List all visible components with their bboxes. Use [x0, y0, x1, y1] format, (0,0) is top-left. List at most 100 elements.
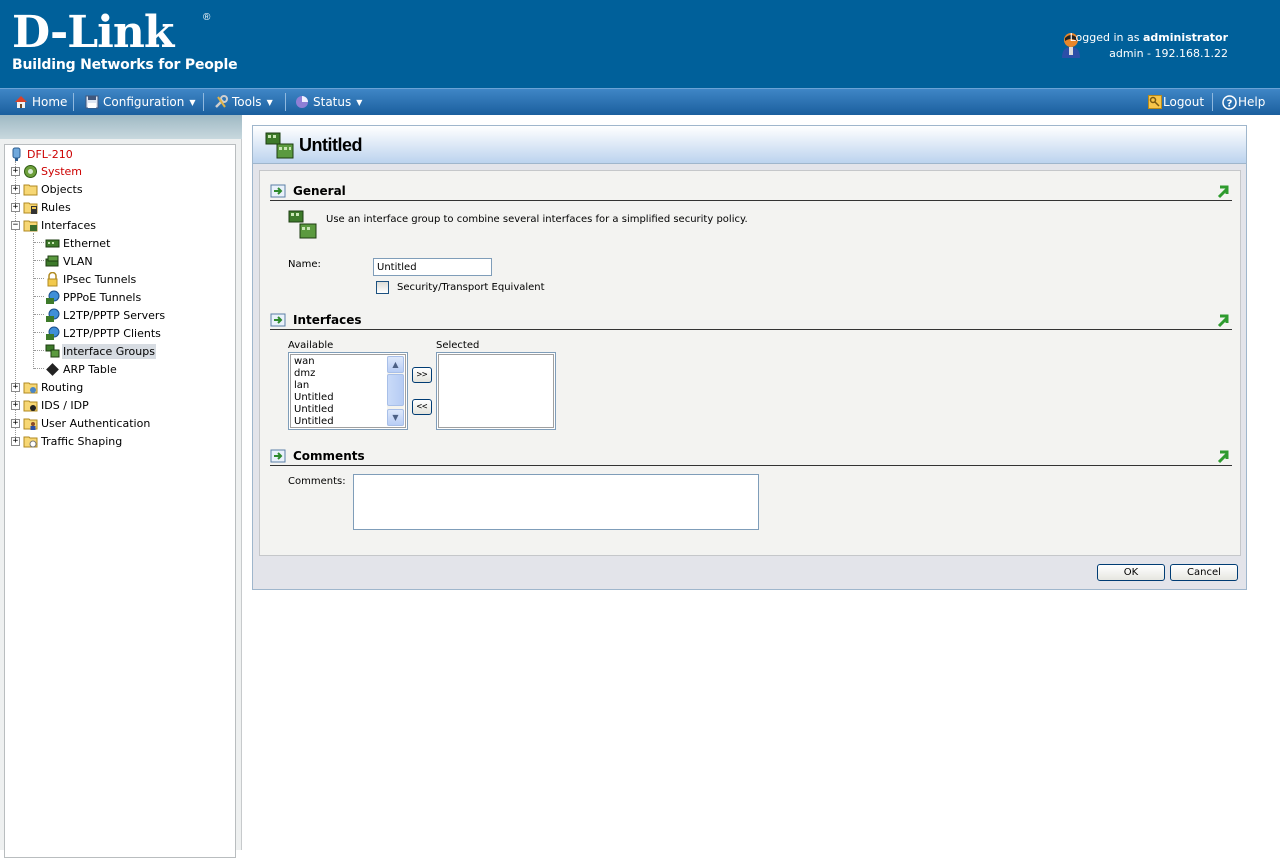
tree-item-interfaces[interactable]: − Interfaces — [11, 216, 97, 234]
expand-icon[interactable]: + — [11, 400, 20, 410]
scroll-thumb[interactable] — [387, 374, 404, 406]
rules-folder-icon — [23, 202, 38, 214]
lock-icon — [47, 271, 58, 286]
tree-label: IDS / IDP — [41, 398, 89, 412]
menu-help-label: Help — [1238, 95, 1266, 109]
chip-icon — [46, 362, 59, 376]
tree-item-routing[interactable]: + Routing — [11, 378, 84, 396]
available-interfaces-list[interactable]: wan dmz lan Untitled Untitled Untitled ▲… — [288, 352, 408, 430]
tree-label: PPPoE Tunnels — [63, 290, 142, 304]
tree-item-ids-idp[interactable]: + IDS / IDP — [11, 396, 90, 414]
menu-configuration[interactable]: Configuration ▼ — [85, 89, 196, 115]
panel-title-bar: Untitled — [253, 126, 1246, 164]
selected-interfaces-list[interactable] — [436, 352, 556, 430]
logo-registered-mark: ® — [203, 12, 211, 23]
tree-connector — [34, 260, 44, 261]
comments-textarea[interactable] — [353, 474, 759, 530]
tree-connector — [34, 332, 44, 333]
tree-item-objects[interactable]: + Objects — [11, 180, 84, 198]
tree-item-ipsec-tunnels[interactable]: IPsec Tunnels — [45, 270, 137, 288]
menu-separator — [73, 93, 74, 111]
tree-item-user-authentication[interactable]: + User Authentication — [11, 414, 151, 432]
tree-connector — [34, 350, 44, 351]
name-input[interactable] — [373, 258, 492, 276]
tree-label: Routing — [41, 380, 84, 394]
tree-label: IPsec Tunnels — [63, 272, 137, 286]
collapse-section-icon[interactable] — [1216, 312, 1230, 328]
tree-connector — [34, 296, 44, 297]
tree-item-l2tp-clients[interactable]: L2TP/PPTP Clients — [45, 324, 162, 342]
list-item[interactable]: dmz — [291, 368, 387, 380]
interface-group-icon — [265, 132, 294, 159]
add-interface-button[interactable]: >> — [412, 367, 432, 383]
globe-network-icon — [46, 326, 60, 340]
menu-logout[interactable]: Logout — [1148, 89, 1204, 115]
tree-item-traffic-shaping[interactable]: + Traffic Shaping — [11, 432, 123, 450]
tree-item-l2tp-servers[interactable]: L2TP/PPTP Servers — [45, 306, 166, 324]
login-user: administrator — [1142, 31, 1228, 44]
key-icon — [1148, 95, 1162, 109]
tree-label: System — [41, 164, 83, 178]
vlan-icon — [45, 255, 59, 266]
tree-item-system[interactable]: + System — [11, 162, 83, 180]
tree-label: Interface Groups — [62, 343, 156, 359]
expand-icon[interactable]: + — [11, 418, 20, 428]
collapse-section-icon[interactable] — [1216, 448, 1230, 464]
tree-item-interface-groups[interactable]: Interface Groups — [45, 342, 156, 360]
menu-help[interactable]: ? Help — [1222, 89, 1265, 115]
list-item[interactable]: Untitled — [291, 416, 387, 428]
user-folder-icon — [23, 418, 38, 430]
tree-label: Ethernet — [63, 236, 111, 250]
form-content: General Use an interface group to combin… — [259, 170, 1241, 556]
ok-button[interactable]: OK — [1097, 564, 1165, 581]
menu-home[interactable]: Home — [14, 89, 67, 115]
tree-item-pppoe-tunnels[interactable]: PPPoE Tunnels — [45, 288, 142, 306]
expand-icon[interactable]: + — [11, 202, 20, 212]
section-arrow-icon — [270, 449, 286, 463]
expand-icon[interactable]: + — [11, 166, 20, 176]
list-item[interactable]: lan — [291, 380, 387, 392]
tree-item-dfl-210[interactable]: DFL-210 — [9, 145, 74, 163]
tree-connector — [33, 233, 34, 369]
list-item[interactable]: wan — [291, 356, 387, 368]
folder-icon — [23, 184, 38, 195]
cancel-button[interactable]: Cancel — [1170, 564, 1238, 581]
list-item[interactable]: Untitled — [291, 392, 387, 404]
menu-home-label: Home — [32, 95, 68, 109]
sidebar: DFL-210 + System + Objects + Rules − Int… — [0, 115, 242, 858]
available-options: wan dmz lan Untitled Untitled Untitled — [291, 356, 387, 428]
tree-item-arp-table[interactable]: ARP Table — [45, 360, 118, 378]
tree-label: Interfaces — [41, 218, 96, 232]
tree-item-rules[interactable]: + Rules — [11, 198, 72, 216]
tree-item-ethernet[interactable]: Ethernet — [45, 234, 111, 252]
expand-icon[interactable]: + — [11, 436, 20, 446]
globe-network-icon — [46, 290, 60, 304]
login-info: Logged in as administrator admin - 192.1… — [1070, 30, 1228, 62]
section-interfaces-title: Interfaces — [293, 313, 362, 327]
expand-icon[interactable]: + — [11, 382, 20, 392]
tree-label: DFL-210 — [27, 147, 73, 161]
list-item[interactable]: Untitled — [291, 404, 387, 416]
list-scrollbar[interactable]: ▲ ▼ — [387, 356, 404, 426]
collapse-section-icon[interactable] — [1216, 183, 1230, 199]
tree-item-vlan[interactable]: VLAN — [45, 252, 94, 270]
section-interfaces: Interfaces — [270, 312, 1232, 330]
comments-label: Comments: — [288, 476, 346, 487]
tree-label: Objects — [41, 182, 83, 196]
menu-bar: Home Configuration ▼ Tools ▼ Status ▼ Lo… — [0, 88, 1280, 115]
menu-status[interactable]: Status ▼ — [295, 89, 362, 115]
remove-interface-button[interactable]: << — [412, 399, 432, 415]
tree-connector — [34, 278, 44, 279]
tree-label: Rules — [41, 200, 71, 214]
security-equivalent-checkbox[interactable] — [376, 281, 389, 294]
collapse-icon[interactable]: − — [11, 220, 20, 230]
expand-icon[interactable]: + — [11, 184, 20, 194]
menu-tools-label: Tools — [232, 95, 262, 109]
section-comments: Comments — [270, 448, 1232, 466]
menu-configuration-label: Configuration — [103, 95, 185, 109]
scroll-up-button[interactable]: ▲ — [387, 356, 404, 373]
scroll-down-button[interactable]: ▼ — [387, 409, 404, 426]
status-pie-icon — [296, 96, 308, 108]
menu-tools[interactable]: Tools ▼ — [214, 89, 273, 115]
interface-group-icon — [288, 210, 317, 239]
